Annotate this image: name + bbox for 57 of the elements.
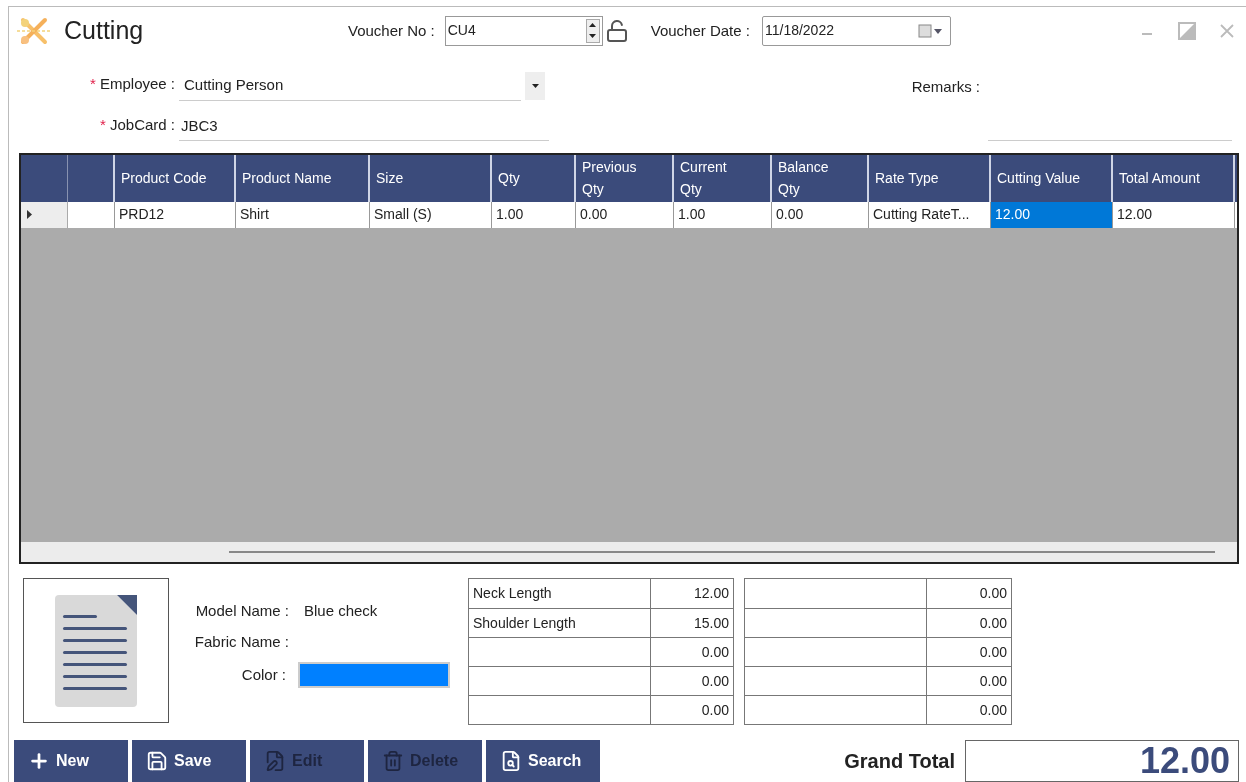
search-button[interactable]: Search (486, 740, 600, 782)
table-cell[interactable]: 12.00 (991, 201, 1113, 228)
measurement-value-cell[interactable]: 15.00 (651, 609, 733, 637)
measurement-value-cell[interactable]: 12.00 (651, 579, 733, 608)
measurement-value-cell[interactable]: 0.00 (651, 638, 733, 666)
calendar-icon[interactable] (917, 23, 944, 38)
measurement-value-cell[interactable]: 0.00 (651, 667, 733, 695)
table-cell[interactable]: 1.00 (492, 201, 576, 228)
table-cell[interactable]: 1.00 (674, 201, 772, 228)
model-name-value: Blue check (304, 600, 378, 621)
grand-total-label: Grand Total (844, 749, 955, 774)
grand-total-field: 12.00 (965, 740, 1239, 782)
color-swatch[interactable] (298, 662, 450, 688)
jobcard-field[interactable]: JBC3 (179, 112, 549, 141)
document-icon (55, 594, 137, 707)
search-icon (500, 750, 522, 772)
required-mark: * (90, 74, 96, 95)
jobcard-label: JobCard : (109, 115, 175, 136)
measurement-name-cell: Neck Length (469, 579, 651, 608)
remarks-field[interactable] (988, 138, 1232, 141)
table-cell[interactable]: Small (S) (370, 201, 492, 228)
remarks-label: Remarks : (911, 77, 980, 98)
measurement-value-cell[interactable]: 0.00 (927, 696, 1011, 724)
voucher-no-label: Voucher No : (348, 20, 435, 41)
fabric-name-label: Fabric Name : (193, 631, 289, 652)
voucher-date-label: Voucher Date : (650, 20, 750, 41)
voucher-no-field[interactable]: CU4 (444, 15, 603, 46)
save-button[interactable]: Save (132, 740, 246, 782)
measurement-value-cell[interactable]: 0.00 (927, 667, 1011, 695)
table-cell[interactable]: 0.00 (576, 201, 674, 228)
row-pointer-icon (27, 210, 32, 220)
table-cell[interactable]: PRD12 (115, 201, 236, 228)
new-icon (28, 750, 50, 772)
employee-dropdown[interactable]: Cutting Person (179, 70, 545, 101)
horizontal-scrollbar[interactable] (21, 542, 1237, 562)
measurement-value-cell[interactable]: 0.00 (927, 579, 1011, 608)
table-cell[interactable]: 12.00 (1113, 201, 1235, 228)
color-label: Color : (240, 664, 286, 685)
required-mark: * (100, 115, 106, 136)
employee-label: Employee : (99, 74, 175, 95)
measurement-value-cell[interactable]: 0.00 (651, 696, 733, 724)
measurement-value-cell[interactable]: 0.00 (927, 609, 1011, 637)
window-title: Cutting (64, 15, 145, 47)
model-name-label: Model Name : (194, 600, 289, 621)
spinner-icon[interactable] (585, 18, 600, 43)
caret-icon[interactable] (531, 83, 539, 88)
measurement-name-cell: Shoulder Length (469, 609, 651, 637)
table-cell[interactable]: 0.00 (772, 201, 869, 228)
row-selector[interactable] (21, 201, 68, 228)
measurement-value-cell[interactable]: 0.00 (927, 638, 1011, 666)
table-cell[interactable]: Shirt (236, 201, 370, 228)
new-button[interactable]: New (14, 740, 128, 782)
lock-icon[interactable] (604, 18, 629, 43)
delete-icon (382, 750, 404, 772)
voucher-date-field[interactable]: 11/18/2022 (761, 15, 951, 46)
save-icon (146, 750, 168, 772)
edit-icon (264, 750, 286, 772)
